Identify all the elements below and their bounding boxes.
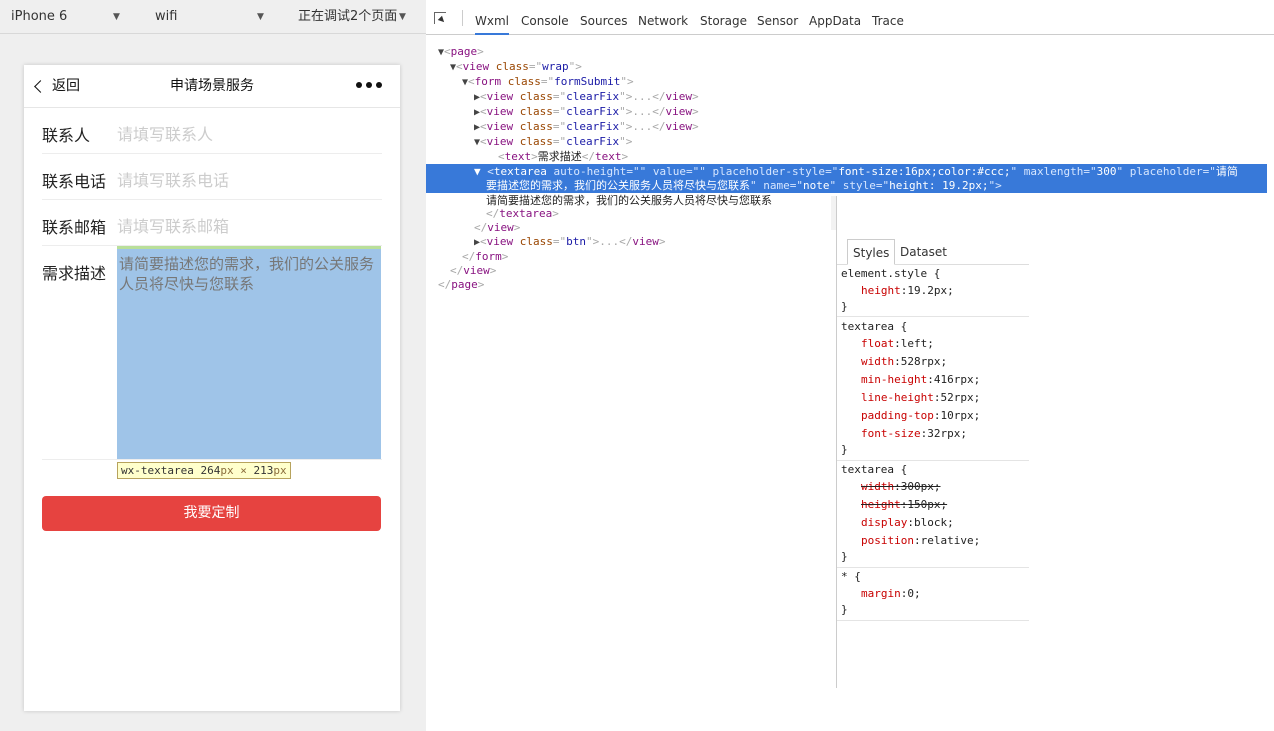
- tree-close-page: </page>: [438, 278, 485, 291]
- tab-dataset[interactable]: Dataset: [900, 239, 947, 265]
- rule-selector: element.style {: [841, 267, 941, 280]
- tab-styles[interactable]: Styles: [847, 239, 896, 265]
- style-property[interactable]: float:left;: [861, 336, 934, 352]
- email-label: 联系邮箱: [42, 218, 107, 237]
- tooltip-unit: px: [220, 464, 234, 477]
- style-property[interactable]: width:528rpx;: [861, 354, 947, 370]
- styles-pane-tabs: Styles Dataset: [837, 239, 1029, 265]
- styles-pane: Styles Dataset element.style { height:19…: [836, 196, 1029, 688]
- tab-sensor[interactable]: Sensor: [757, 0, 798, 35]
- tree-node-form[interactable]: ▼<form class="formSubmit">: [462, 75, 634, 89]
- tab-appdata[interactable]: AppData: [809, 0, 861, 35]
- tree-node-clearfix[interactable]: ▶<view class="clearFix">...</view>: [474, 120, 699, 134]
- back-label: 返回: [52, 78, 80, 94]
- phone-screen: 返回 申请场景服务 联系人 请填写联系人 联系电话 请填写联系电话 联系邮箱 请…: [24, 65, 400, 711]
- phone-input[interactable]: 请填写联系电话: [117, 167, 229, 191]
- style-rule-element: element.style { height:19.2px; }: [837, 265, 1029, 317]
- style-property-overridden[interactable]: width:300px;: [861, 479, 941, 495]
- submit-button[interactable]: 我要定制: [42, 496, 381, 531]
- phone-label: 联系电话: [42, 172, 107, 191]
- tree-node-page[interactable]: ▼<page>: [438, 45, 484, 59]
- tree-node-view-wrap[interactable]: ▼<view class="wrap">: [450, 60, 582, 74]
- rule-selector: textarea {: [841, 320, 908, 333]
- style-rule-textarea-ua: textarea { width:300px; height:150px; di…: [837, 461, 1029, 568]
- tooltip-unit: px: [273, 464, 287, 477]
- rule-selector: textarea {: [841, 463, 908, 476]
- devtools-tab-bar: Wxml Console Sources Network Storage Sen…: [426, 0, 1274, 35]
- tab-trace[interactable]: Trace: [872, 0, 904, 35]
- tree-node-btn[interactable]: ▶<view class="btn">...</view>: [474, 235, 666, 249]
- tree-node-clearfix[interactable]: ▶<view class="clearFix">...</view>: [474, 105, 699, 119]
- tree-close-view: </view>: [450, 264, 497, 277]
- contact-label: 联系人: [42, 126, 91, 145]
- tab-storage[interactable]: Storage: [700, 0, 747, 35]
- network-select[interactable]: wifi: [155, 0, 177, 34]
- tree-node-text[interactable]: <text>需求描述</text>: [498, 150, 628, 164]
- style-property[interactable]: padding-top:10rpx;: [861, 408, 980, 424]
- description-textarea[interactable]: 请简要描述您的需求，我们的公关服务人员将尽快与您联系: [117, 246, 381, 459]
- rule-close: }: [841, 550, 848, 563]
- tab-divider: [462, 10, 463, 26]
- tree-text-content: 请简要描述您的需求，我们的公关服务人员将尽快与您联系: [486, 194, 772, 207]
- style-property-overridden[interactable]: height:150px;: [861, 497, 947, 513]
- chevron-down-icon[interactable]: ▼: [257, 0, 264, 34]
- tree-close-textarea: </textarea>: [486, 207, 559, 220]
- tooltip-element-name: wx-textarea: [121, 464, 194, 477]
- page-title: 申请场景服务: [170, 78, 254, 94]
- simulator-toolbar: iPhone 6 ▼ wifi ▼ 正在调试2个页面 ▼: [0, 0, 426, 34]
- tab-network[interactable]: Network: [638, 0, 688, 35]
- textarea-placeholder: 请简要描述您的需求，我们的公关服务人员将尽快与您联系: [119, 255, 375, 293]
- email-input[interactable]: 请填写联系邮箱: [117, 213, 229, 237]
- tree-close-view: </view>: [474, 221, 521, 234]
- style-property[interactable]: margin:0;: [861, 586, 921, 602]
- back-button[interactable]: 返回: [32, 65, 80, 108]
- rule-close: }: [841, 603, 848, 616]
- form-row-contact: 联系人 请填写联系人: [42, 108, 382, 154]
- tooltip-width: 264: [200, 464, 221, 477]
- contact-input[interactable]: 请填写联系人: [117, 121, 213, 145]
- rule-close: }: [841, 443, 848, 456]
- simulator-panel: iPhone 6 ▼ wifi ▼ 正在调试2个页面 ▼ 返回 申请场景服务 联…: [0, 0, 426, 731]
- tab-sources[interactable]: Sources: [580, 0, 627, 35]
- style-property[interactable]: line-height:52rpx;: [861, 390, 980, 406]
- chevron-left-icon: [34, 80, 47, 93]
- tab-console[interactable]: Console: [521, 0, 569, 35]
- inspect-element-icon[interactable]: [434, 12, 446, 24]
- form-row-email: 联系邮箱 请填写联系邮箱: [42, 200, 382, 246]
- style-property[interactable]: position:relative;: [861, 533, 980, 549]
- element-size-tooltip: wx-textarea 264px × 213px: [117, 462, 291, 479]
- devtools-panel: Wxml Console Sources Network Storage Sen…: [426, 0, 1274, 731]
- more-icon[interactable]: [352, 82, 382, 88]
- tab-wxml[interactable]: Wxml: [475, 0, 509, 35]
- chevron-down-icon[interactable]: ▼: [113, 0, 120, 34]
- tree-node-textarea-selected[interactable]: ▼ <textarea auto-height="" value="" plac…: [426, 164, 1267, 193]
- navigation-bar: 返回 申请场景服务: [24, 65, 400, 108]
- rule-selector: * {: [841, 570, 861, 583]
- style-rule-textarea: textarea { float:left; width:528rpx; min…: [837, 318, 1029, 461]
- style-property[interactable]: min-height:416rpx;: [861, 372, 980, 388]
- form-row-phone: 联系电话 请填写联系电话: [42, 154, 382, 200]
- rule-close: }: [841, 300, 848, 313]
- chevron-down-icon[interactable]: ▼: [399, 0, 406, 34]
- tree-close-form: </form>: [462, 250, 509, 263]
- device-select[interactable]: iPhone 6: [11, 0, 67, 34]
- tree-node-clearfix[interactable]: ▶<view class="clearFix">...</view>: [474, 90, 699, 104]
- style-property[interactable]: font-size:32rpx;: [861, 426, 967, 442]
- style-rule-universal: * { margin:0; }: [837, 568, 1029, 621]
- style-property[interactable]: display:block;: [861, 515, 954, 531]
- tree-node-clearfix-open[interactable]: ▼<view class="clearFix">: [474, 135, 632, 149]
- debug-status-select[interactable]: 正在调试2个页面: [298, 0, 397, 34]
- tooltip-height: 213: [253, 464, 274, 477]
- tooltip-times: ×: [240, 464, 247, 477]
- style-property[interactable]: height:19.2px;: [861, 283, 954, 299]
- description-label: 需求描述: [42, 264, 107, 283]
